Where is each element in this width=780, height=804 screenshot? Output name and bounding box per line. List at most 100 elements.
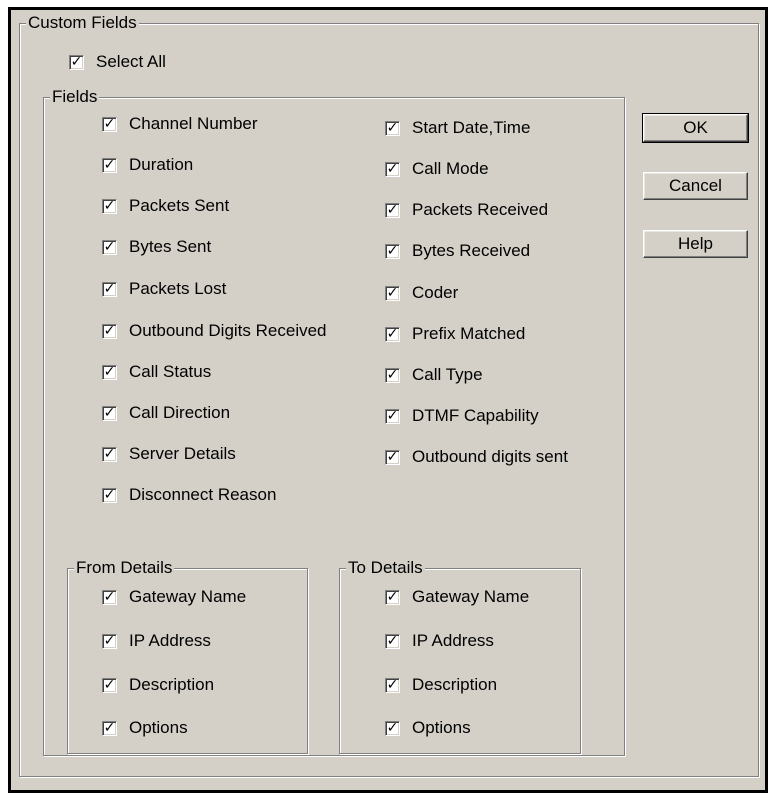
check-icon: ✓: [386, 448, 399, 465]
from-label: Gateway Name: [129, 587, 247, 606]
checkbox-box[interactable]: ✓: [102, 677, 117, 693]
field-checkbox-packets-received[interactable]: ✓ Packets Received: [385, 199, 548, 221]
to-label: Options: [412, 718, 471, 737]
from-checkbox-gateway-name[interactable]: ✓ Gateway Name: [102, 586, 246, 608]
checkbox-box[interactable]: ✓: [102, 238, 117, 255]
checkbox-box[interactable]: ✓: [385, 366, 400, 383]
to-label: Gateway Name: [412, 587, 530, 606]
field-checkbox-bytes-sent[interactable]: ✓ Bytes Sent: [102, 236, 211, 258]
checkbox-box[interactable]: ✓: [385, 201, 400, 218]
field-checkbox-call-type[interactable]: ✓ Call Type: [385, 364, 483, 386]
check-icon: ✓: [386, 719, 399, 736]
check-icon: ✓: [103, 115, 116, 132]
check-icon: ✓: [386, 201, 399, 218]
field-checkbox-call-direction[interactable]: ✓ Call Direction: [102, 402, 230, 424]
check-icon: ✓: [103, 363, 116, 380]
checkbox-box[interactable]: ✓: [385, 632, 400, 649]
field-checkbox-server-details[interactable]: ✓ Server Details: [102, 443, 236, 465]
field-label: Bytes Received: [412, 241, 531, 260]
field-checkbox-packets-sent[interactable]: ✓ Packets Sent: [102, 195, 229, 217]
field-label: Packets Lost: [129, 279, 227, 298]
to-checkbox-gateway-name[interactable]: ✓ Gateway Name: [385, 586, 529, 608]
field-checkbox-packets-lost[interactable]: ✓ Packets Lost: [102, 278, 226, 300]
checkbox-box[interactable]: ✓: [102, 363, 117, 380]
select-all-box[interactable]: ✓: [69, 53, 84, 70]
field-checkbox-duration[interactable]: ✓ Duration: [102, 154, 193, 176]
cancel-button[interactable]: Cancel: [643, 172, 748, 200]
check-icon: ✓: [386, 632, 399, 649]
checkbox-box[interactable]: ✓: [102, 156, 117, 173]
to-label: IP Address: [412, 631, 494, 650]
checkbox-box[interactable]: ✓: [385, 119, 400, 136]
check-icon: ✓: [70, 53, 83, 70]
from-details-title: From Details: [74, 558, 175, 578]
checkbox-box[interactable]: ✓: [385, 242, 400, 259]
field-checkbox-outbound-digits-sent[interactable]: ✓ Outbound digits sent: [385, 446, 568, 468]
ok-button[interactable]: OK: [642, 113, 749, 143]
check-icon: ✓: [103, 719, 116, 736]
checkbox-box[interactable]: ✓: [102, 323, 117, 339]
check-icon: ✓: [386, 325, 399, 342]
from-label: Options: [129, 718, 188, 737]
field-checkbox-dtmf-capability[interactable]: ✓ DTMF Capability: [385, 405, 539, 427]
field-checkbox-start-date-time[interactable]: ✓ Start Date,Time: [385, 117, 530, 139]
field-checkbox-prefix-matched[interactable]: ✓ Prefix Matched: [385, 323, 525, 345]
check-icon: ✓: [103, 486, 116, 503]
check-icon: ✓: [103, 156, 116, 173]
checkbox-box[interactable]: ✓: [102, 197, 117, 214]
from-checkbox-ip-address[interactable]: ✓ IP Address: [102, 630, 211, 652]
checkbox-box[interactable]: ✓: [385, 677, 400, 693]
to-label: Description: [412, 675, 498, 694]
field-checkbox-disconnect-reason[interactable]: ✓ Disconnect Reason: [102, 484, 276, 506]
check-icon: ✓: [386, 242, 399, 259]
checkbox-box[interactable]: ✓: [102, 405, 117, 421]
field-checkbox-channel-number[interactable]: ✓ Channel Number: [102, 113, 258, 135]
custom-fields-dialog: Custom Fields ✓ Select All Fields ✓ Chan…: [8, 7, 768, 793]
checkbox-box[interactable]: ✓: [385, 589, 400, 605]
checkbox-box[interactable]: ✓: [102, 588, 117, 605]
to-details-title: To Details: [346, 558, 425, 578]
field-checkbox-coder[interactable]: ✓ Coder: [385, 282, 458, 304]
help-button[interactable]: Help: [643, 230, 748, 258]
field-label: Server Details: [129, 444, 236, 463]
checkbox-box[interactable]: ✓: [102, 486, 117, 503]
checkbox-box[interactable]: ✓: [102, 115, 117, 132]
select-all-label: Select All: [96, 52, 166, 71]
field-label: Call Mode: [412, 159, 489, 178]
check-icon: ✓: [103, 197, 116, 214]
check-icon: ✓: [386, 284, 399, 301]
checkbox-box[interactable]: ✓: [102, 281, 117, 297]
checkbox-box[interactable]: ✓: [102, 632, 117, 649]
checkbox-box[interactable]: ✓: [102, 445, 117, 462]
to-checkbox-options[interactable]: ✓ Options: [385, 717, 471, 739]
check-icon: ✓: [386, 119, 399, 136]
field-label: Start Date,Time: [412, 118, 531, 137]
check-icon: ✓: [103, 445, 116, 462]
from-checkbox-description[interactable]: ✓ Description: [102, 674, 214, 696]
checkbox-box[interactable]: ✓: [385, 407, 400, 424]
checkbox-box[interactable]: ✓: [385, 719, 400, 736]
checkbox-box[interactable]: ✓: [385, 160, 400, 177]
field-checkbox-call-mode[interactable]: ✓ Call Mode: [385, 158, 489, 180]
field-checkbox-bytes-received[interactable]: ✓ Bytes Received: [385, 240, 530, 262]
select-all-checkbox[interactable]: ✓ Select All: [69, 51, 166, 73]
check-icon: ✓: [103, 632, 116, 649]
field-label: Call Status: [129, 362, 212, 381]
field-label: Outbound digits sent: [412, 447, 568, 466]
checkbox-box[interactable]: ✓: [385, 448, 400, 465]
check-icon: ✓: [103, 588, 116, 605]
from-checkbox-options[interactable]: ✓ Options: [102, 717, 188, 739]
to-checkbox-ip-address[interactable]: ✓ IP Address: [385, 630, 494, 652]
field-label: Duration: [129, 155, 194, 174]
field-checkbox-call-status[interactable]: ✓ Call Status: [102, 361, 211, 383]
check-icon: ✓: [386, 160, 399, 177]
check-icon: ✓: [386, 407, 399, 424]
checkbox-box[interactable]: ✓: [385, 325, 400, 342]
checkbox-box[interactable]: ✓: [385, 284, 400, 301]
field-label: DTMF Capability: [412, 406, 539, 425]
check-icon: ✓: [103, 238, 116, 255]
checkbox-box[interactable]: ✓: [102, 719, 117, 736]
to-checkbox-description[interactable]: ✓ Description: [385, 674, 497, 696]
check-icon: ✓: [386, 366, 399, 383]
field-checkbox-outbound-digits-received[interactable]: ✓ Outbound Digits Received: [102, 320, 327, 342]
